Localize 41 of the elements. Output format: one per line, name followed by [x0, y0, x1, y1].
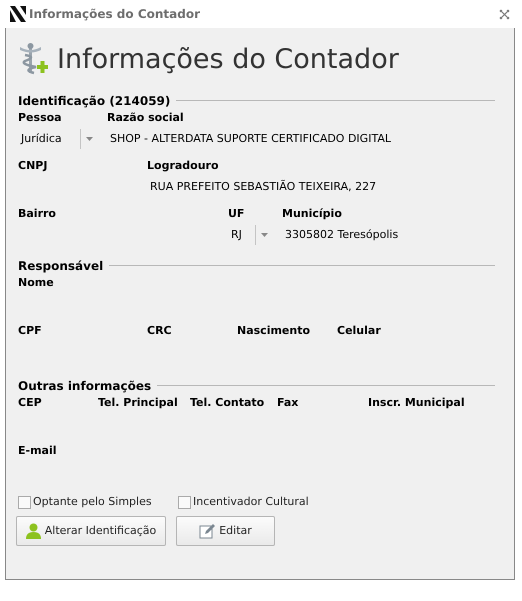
dropdown[interactable]: Jurídica	[18, 128, 97, 150]
field-value: SHOP - ALTERDATA SUPORTE CERTIFICADO DIGITAL	[110, 131, 391, 147]
field-label: Município	[282, 206, 342, 222]
field-label: Bairro	[18, 206, 56, 222]
field-value: 3305802 Teresópolis	[285, 227, 398, 243]
button[interactable]: Editar	[176, 516, 275, 546]
person-icon	[26, 523, 41, 539]
field-value: RUA PREFEITO SEBASTIÃO TEIXEIRA, 227	[150, 179, 376, 195]
dropdown[interactable]: RJ	[228, 224, 272, 246]
dropdown-arrow-icon	[86, 137, 93, 141]
section-title: Responsável	[18, 258, 104, 274]
caduceus-plus-icon	[18, 43, 48, 75]
field-label: CPF	[18, 323, 42, 339]
window-title: Informações do Contador	[29, 6, 200, 23]
field-label: UF	[228, 206, 244, 222]
app-logo-icon	[10, 6, 26, 22]
field-label: Tel. Contato	[190, 395, 264, 411]
field-label: Logradouro	[147, 158, 219, 174]
section-title: Outras informações	[18, 378, 152, 394]
field-label: Inscr. Municipal	[368, 395, 465, 411]
button[interactable]: Alterar Identificação	[16, 516, 166, 546]
field-label: Fax	[277, 395, 298, 411]
checkbox[interactable]	[18, 496, 31, 508]
section-title: Identificação (214059)	[18, 92, 170, 110]
checkbox-label: Optante pelo Simples	[33, 494, 152, 510]
field-label: Razão social	[107, 110, 184, 126]
field-label: CRC	[147, 323, 172, 339]
checkbox-label: Incentivador Cultural	[193, 494, 309, 510]
page-title: Informações do Contador	[57, 46, 399, 72]
field-label: Pessoa	[18, 110, 62, 126]
checkbox[interactable]	[178, 496, 191, 508]
field-label: Nascimento	[237, 323, 310, 339]
edit-icon	[199, 523, 216, 539]
field-label: Tel. Principal	[98, 395, 178, 411]
field-label: Nome	[18, 275, 54, 291]
field-label: CEP	[18, 395, 42, 411]
field-label: E-mail	[18, 443, 57, 459]
close-icon[interactable]	[499, 8, 510, 20]
dropdown-arrow-icon	[261, 233, 268, 237]
field-label: CNPJ	[18, 158, 48, 174]
field-label: Celular	[337, 323, 381, 339]
